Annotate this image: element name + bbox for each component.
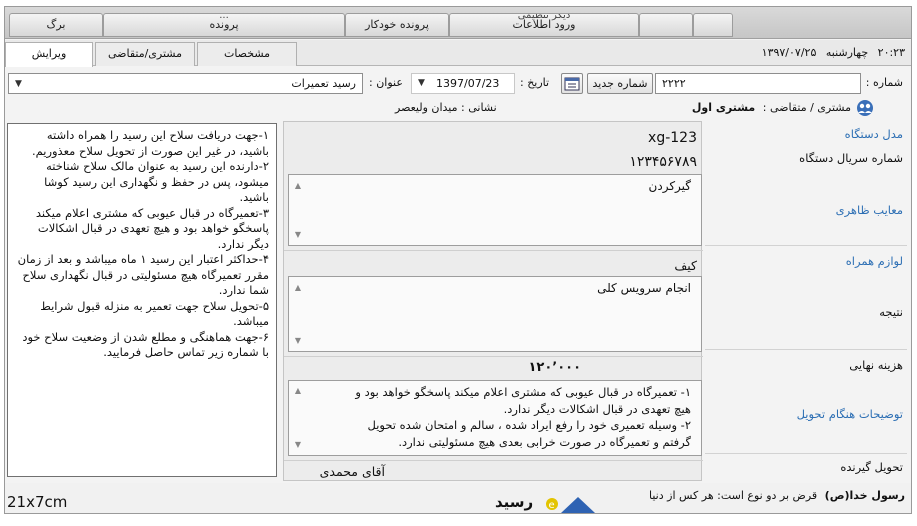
defects-textarea[interactable]: گیرکردن ▲ ▼	[288, 174, 702, 246]
tab-specs[interactable]: مشخصات	[197, 42, 297, 66]
serial-value[interactable]: ۱۲۳۴۵۶۷۸۹	[629, 154, 697, 170]
date-value: 1397/07/23	[436, 77, 500, 90]
menu-item-auto-file[interactable]: پرونده خودکار	[345, 13, 449, 37]
receiver-value[interactable]: آقای محمدی	[320, 464, 385, 479]
terms-item: ۶-جهت هماهنگی و مطلع شدن از وضعیت سلاح خ…	[22, 329, 269, 360]
delivery-notes-scrollbar[interactable]: ▲ ▼	[292, 381, 304, 455]
torn-edge-top	[0, 0, 917, 6]
delivery-notes-line: گرفتم و تعمیرگاه در صورت خرابی بعدی هیچ …	[398, 434, 691, 449]
receiver-label: تحویل گیرنده	[840, 460, 903, 474]
svg-text:e: e	[549, 500, 555, 511]
customer-label: مشتری / متقاضی :	[762, 101, 851, 114]
quote-title: رسول خدا(ص)	[824, 489, 905, 502]
menu-item-file[interactable]: ... پرونده	[103, 13, 345, 37]
scroll-down-icon[interactable]: ▼	[292, 437, 304, 454]
terms-item: ۵-تحویل سلاح جهت تعمیر به منزله قبول شرا…	[40, 298, 269, 329]
customer-value[interactable]: مشتری اول	[692, 101, 755, 114]
clock-date: ۱۳۹۷/۰۷/۲۵	[761, 46, 817, 59]
print-title: رسید	[495, 493, 534, 511]
clock: ۲۰:۲۳ چهارشنبه ۱۳۹۷/۰۷/۲۵	[762, 43, 905, 63]
torn-edge-bottom	[0, 518, 917, 526]
app-window: برگ ... پرونده پرونده خودکار دیگر تنظیمی…	[4, 6, 912, 514]
terms-item: ۱-جهت دریافت سلاح این رسید را همراه داشت…	[31, 128, 269, 158]
model-value[interactable]: xg-123	[648, 130, 697, 146]
menu-item-page[interactable]: برگ	[9, 13, 103, 37]
date-dropdown-icon[interactable]: ▼	[418, 74, 425, 93]
delivery-notes-line: ۲- وسیله تعمیری خود را رفع ایراد شده ، س…	[367, 418, 691, 432]
accessories-label[interactable]: لوازم همراه	[846, 254, 903, 268]
result-scrollbar[interactable]: ▲ ▼	[292, 277, 304, 351]
address-label: نشانی :	[461, 101, 497, 114]
clock-time: ۲۰:۲۳	[877, 46, 905, 59]
menu-item-data-entry-sub: دیگر تنظیمی	[517, 13, 571, 21]
scroll-up-icon[interactable]: ▲	[292, 279, 304, 296]
divider	[705, 349, 907, 350]
quote-line: رسول خدا(ص) قرض بر دو نوع است: هر کس از …	[649, 489, 905, 502]
delivery-notes-textarea[interactable]: ۱- تعمیرگاه در قبال عیوبی که مشتری اعلام…	[288, 380, 702, 456]
address-value[interactable]: میدان ولیعصر	[395, 101, 458, 114]
result-value: انجام سرویس کلی	[597, 281, 691, 295]
serial-label: شماره سریال دستگاه	[799, 151, 903, 165]
address-row: نشانی : میدان ولیعصر	[395, 101, 497, 114]
scroll-down-icon[interactable]: ▼	[292, 226, 304, 243]
paper-size-label: 21x7cm	[7, 493, 68, 511]
result-textarea[interactable]: انجام سرویس کلی ▲ ▼	[288, 276, 702, 352]
title-value: رسید تعمیرات	[291, 77, 356, 90]
app-logo-icon: e	[545, 495, 559, 511]
delivery-notes-label[interactable]: توضیحات هنگام تحویل	[797, 407, 903, 421]
menu-item-extra-2[interactable]	[693, 13, 733, 37]
tab-customer[interactable]: مشتری/متقاضی	[95, 42, 195, 66]
defects-value: گیرکردن	[648, 179, 691, 193]
clock-day: چهارشنبه	[825, 46, 869, 59]
divider	[284, 460, 703, 461]
tab-edit-label: ویرایش	[31, 47, 67, 60]
device-fields-panel: xg-123 ۱۲۳۴۵۶۷۸۹ گیرکردن ▲ ▼ کیف انجام س…	[283, 121, 703, 481]
tab-row: ویرایش مشتری/متقاضی مشخصات ۲۰:۲۳ چهارشنب…	[5, 40, 911, 67]
delivery-notes-line: ۱- تعمیرگاه در قبال عیوبی که مشتری اعلام…	[355, 385, 691, 399]
tab-specs-label: مشخصات	[223, 47, 271, 60]
menu-item-page-label: برگ	[46, 18, 66, 31]
status-strip: رسول خدا(ص) قرض بر دو نوع است: هر کس از …	[5, 483, 911, 513]
terms-item: ۲-دارنده این رسید به عنوان مالک سلاح شنا…	[44, 159, 269, 204]
defects-label[interactable]: معایب ظاهری	[836, 203, 903, 217]
cost-label: هزینه نهایی	[849, 358, 903, 372]
calendar-button[interactable]	[561, 73, 583, 94]
menu-item-file-sub: ...	[219, 13, 229, 21]
result-label: نتیجه	[879, 305, 903, 319]
menu-item-extra-1[interactable]	[639, 13, 693, 37]
tab-edit[interactable]: ویرایش	[5, 42, 93, 67]
terms-item: ۳-تعمیرگاه در قبال عیوبی که مشتری اعلام …	[35, 205, 269, 251]
title-select[interactable]: رسید تعمیرات ▼	[8, 73, 363, 94]
divider	[284, 250, 703, 251]
receipt-terms[interactable]: ۱-جهت دریافت سلاح این رسید را همراه داشت…	[7, 123, 277, 477]
menu-item-auto-file-label: پرونده خودکار	[365, 18, 429, 31]
accessories-value[interactable]: کیف	[674, 258, 697, 273]
delivery-notes-line: هیچ تعهدی در قبال اشکالات دیگر ندارد.	[503, 401, 691, 416]
calendar-icon	[564, 77, 580, 91]
defects-scrollbar[interactable]: ▲ ▼	[292, 175, 304, 245]
scroll-up-icon[interactable]: ▲	[292, 383, 304, 400]
divider	[284, 356, 703, 357]
new-number-button[interactable]: شماره جدید	[587, 73, 653, 94]
terms-item: ۴-حداکثر اعتبار این رسید ۱ ماه میباشد و …	[17, 252, 269, 297]
quote-text: قرض بر دو نوع است: هر کس از دنیا	[649, 489, 818, 502]
number-label: شماره :	[865, 76, 903, 89]
date-label: تاریخ :	[520, 76, 550, 89]
divider	[705, 245, 907, 246]
cost-value[interactable]: ۱۲۰٬۰۰۰	[528, 360, 581, 375]
title-label: عنوان :	[369, 76, 403, 89]
divider	[705, 453, 907, 454]
menu-item-data-entry[interactable]: دیگر تنظیمی ورود اطلاعات	[449, 13, 639, 37]
title-dropdown-icon[interactable]: ▼	[15, 75, 22, 93]
scroll-down-icon[interactable]: ▼	[292, 332, 304, 349]
scroll-up-icon[interactable]: ▲	[292, 177, 304, 194]
menu-bar: برگ ... پرونده پرونده خودکار دیگر تنظیمی…	[5, 7, 911, 39]
brand-logo-icon	[561, 495, 595, 513]
customer-row: مشتری / متقاضی : مشتری اول	[692, 101, 851, 114]
customer-icon[interactable]	[855, 99, 875, 117]
model-label[interactable]: مدل دستگاه	[845, 127, 903, 141]
date-field[interactable]: ▼ 1397/07/23	[411, 73, 515, 94]
tab-customer-label: مشتری/متقاضی	[107, 47, 183, 60]
number-field[interactable]: ۲۲۲۲	[655, 73, 861, 94]
